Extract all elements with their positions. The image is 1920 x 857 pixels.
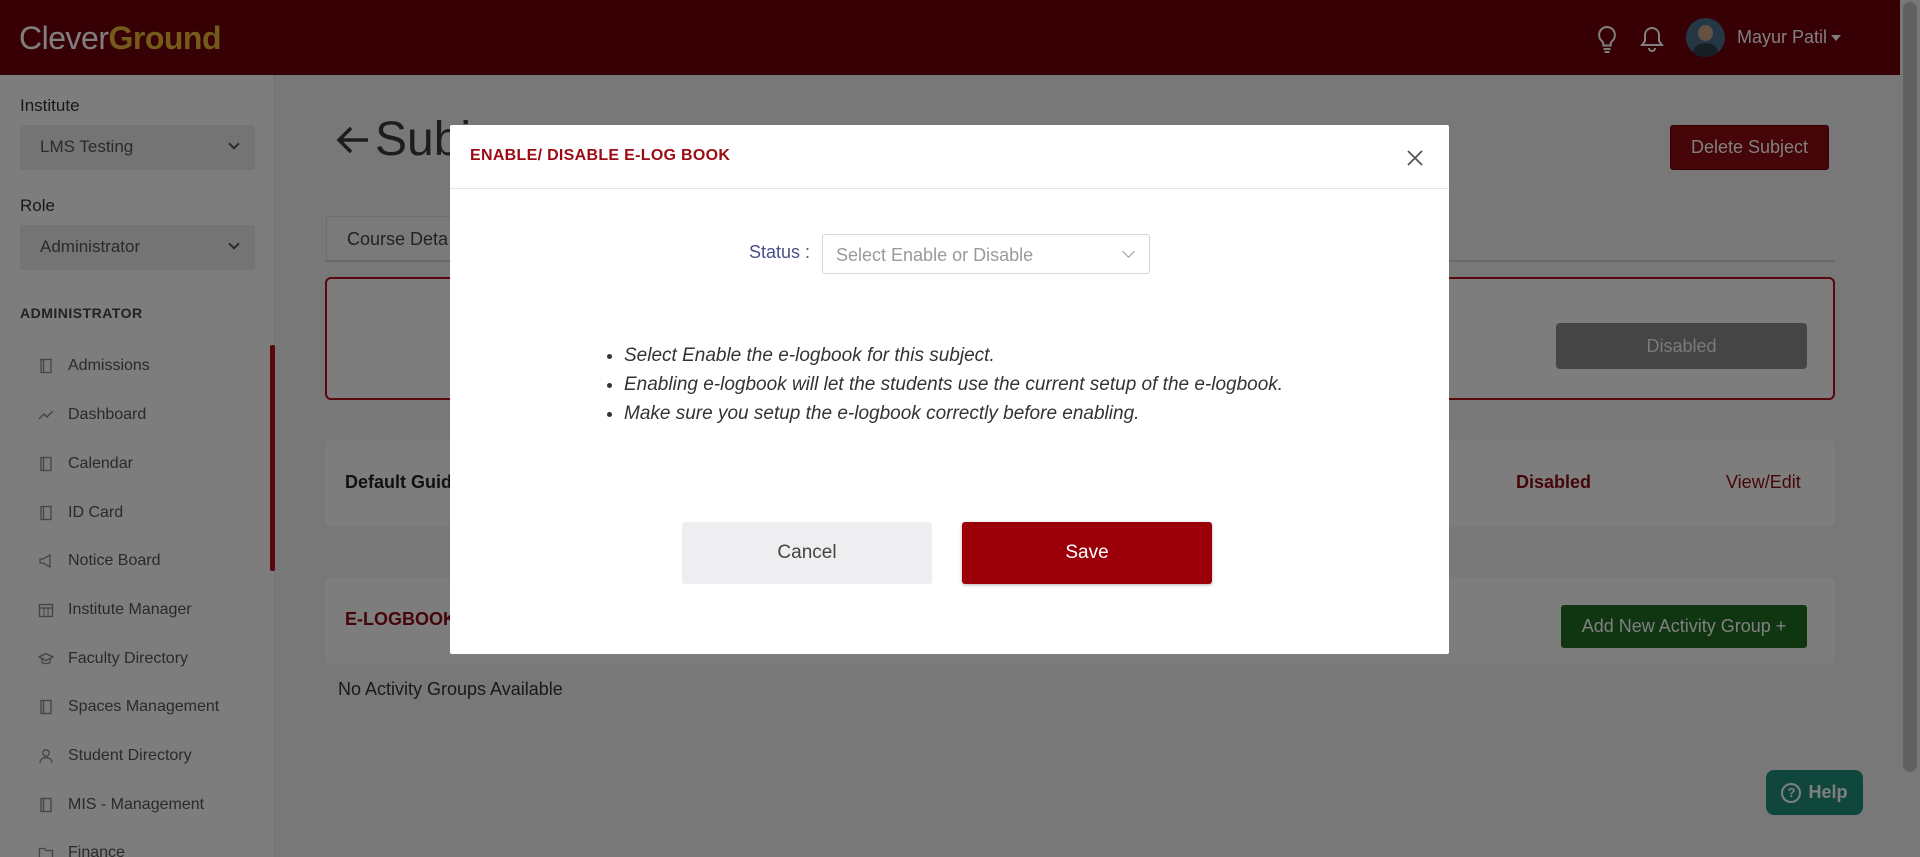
status-label: Status : <box>749 242 811 262</box>
chevron-down-icon <box>1122 245 1135 258</box>
list-item: Enabling e-logbook will let the students… <box>624 370 1283 399</box>
list-item: Make sure you setup the e-logbook correc… <box>624 399 1283 428</box>
status-select-placeholder: Select Enable or Disable <box>836 245 1034 265</box>
modal-header: ENABLE/ DISABLE E-LOG BOOK <box>450 125 1449 189</box>
enable-disable-elogbook-modal: ENABLE/ DISABLE E-LOG BOOK Status : Sele… <box>450 125 1449 654</box>
elogbook-notes-list: Select Enable the e-logbook for this sub… <box>624 341 1283 428</box>
save-button[interactable]: Save <box>962 522 1212 584</box>
modal-title: ENABLE/ DISABLE E-LOG BOOK <box>470 147 731 164</box>
cancel-button[interactable]: Cancel <box>682 522 932 584</box>
close-icon[interactable] <box>1405 148 1425 168</box>
status-select[interactable]: Select Enable or Disable <box>822 234 1150 274</box>
list-item: Select Enable the e-logbook for this sub… <box>624 341 1283 370</box>
